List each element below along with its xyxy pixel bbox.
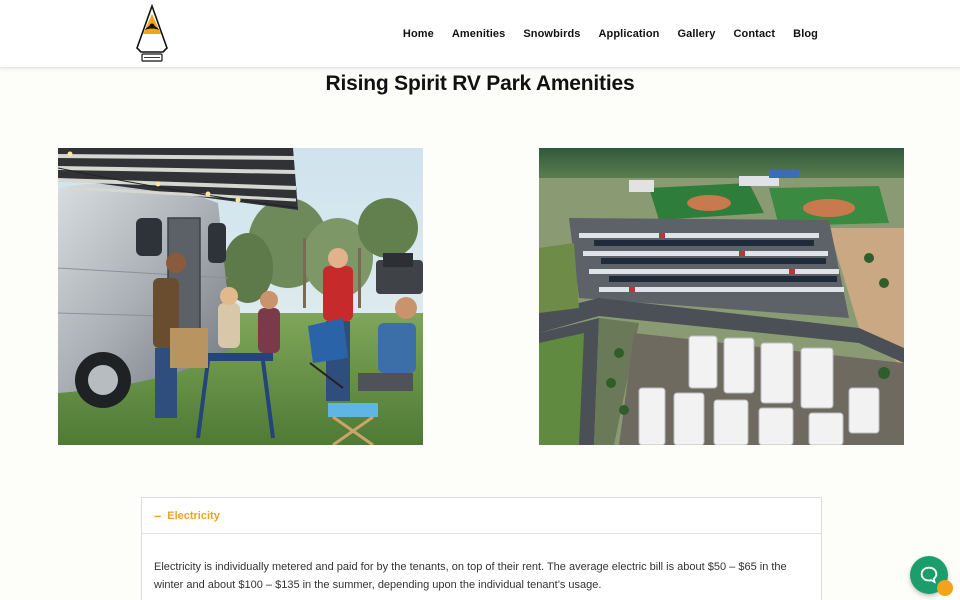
- chat-bubble-icon: [920, 566, 938, 584]
- chat-badge: [937, 580, 953, 596]
- nav-home[interactable]: Home: [403, 28, 434, 40]
- main-nav: Home Amenities Snowbirds Application Gal…: [403, 0, 818, 68]
- collapse-icon: –: [154, 508, 162, 523]
- page-title: Rising Spirit RV Park Amenities: [325, 72, 635, 95]
- aerial-park-photo-image: [539, 148, 904, 445]
- nav-snowbirds[interactable]: Snowbirds: [523, 28, 580, 40]
- nav-blog[interactable]: Blog: [793, 28, 818, 40]
- aerial-park-photo: [539, 148, 904, 445]
- site-logo[interactable]: [133, 3, 171, 64]
- nav-application[interactable]: Application: [598, 28, 659, 40]
- nav-contact[interactable]: Contact: [734, 28, 776, 40]
- camping-photo-image: [58, 148, 423, 445]
- nav-amenities[interactable]: Amenities: [452, 28, 505, 40]
- accordion-title: Electricity: [167, 509, 220, 522]
- nav-gallery[interactable]: Gallery: [677, 28, 715, 40]
- accordion-body: Electricity is individually metered and …: [154, 561, 787, 591]
- accordion-header[interactable]: – Electricity: [142, 498, 821, 534]
- arrowhead-logo-icon: [136, 3, 168, 62]
- electricity-accordion: – Electricity Electricity is individuall…: [141, 497, 822, 600]
- site-header: Home Amenities Snowbirds Application Gal…: [0, 0, 960, 68]
- camping-photo: [58, 148, 423, 445]
